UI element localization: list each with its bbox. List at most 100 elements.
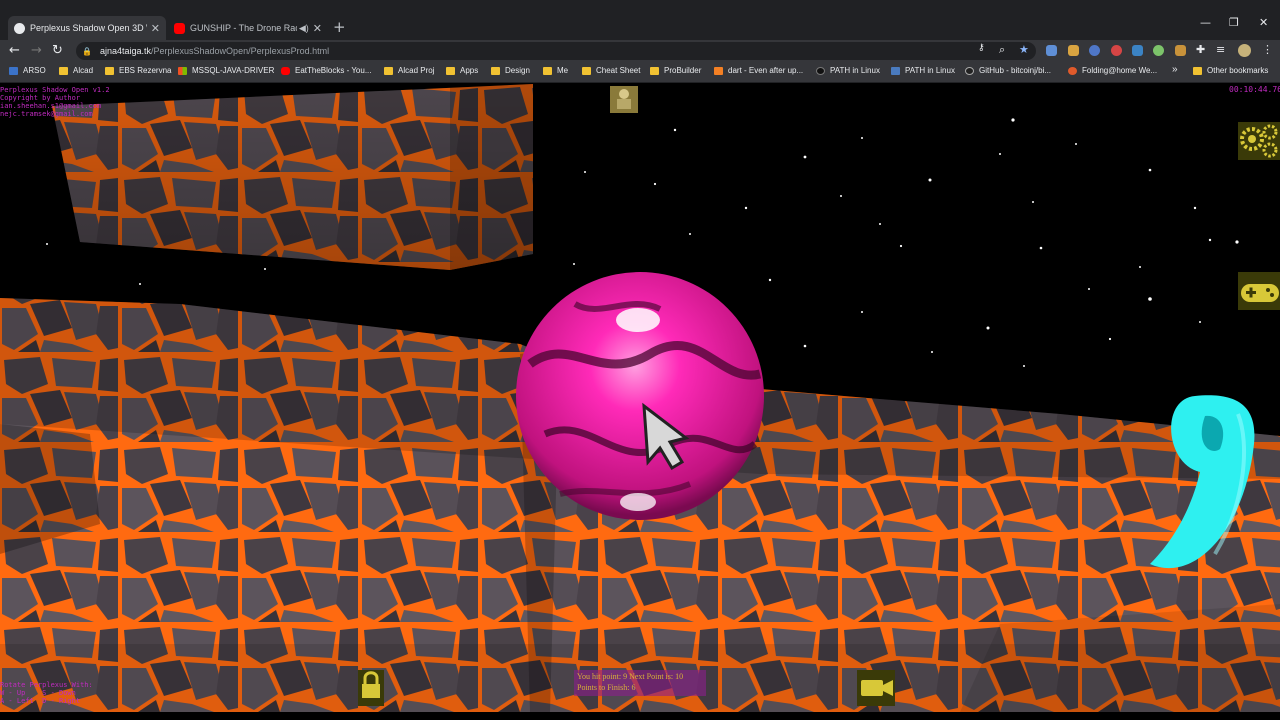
bookmarks-bar: ARSO Alcad EBS Rezervna MSSQL-JAVA-DRIVE… [0, 62, 1280, 83]
key-icon[interactable]: ⚷ [978, 43, 985, 53]
bookmark-label: Other bookmarks [1207, 66, 1269, 75]
extension-icon[interactable] [1111, 45, 1122, 56]
tab-title: GUNSHIP - The Drone Racer [190, 23, 297, 33]
restore-button[interactable]: ❐ [1229, 16, 1239, 29]
youtube-icon [281, 66, 290, 75]
game-timer: 00:10:44.761 [1229, 85, 1280, 94]
bookmark-label: ARSO [23, 66, 46, 75]
folder-icon [491, 66, 500, 75]
folder-icon [59, 66, 68, 75]
lock-icon[interactable] [358, 670, 384, 706]
bookmark-item[interactable]: Folding@home We... [1068, 66, 1157, 75]
tab-perplexus[interactable]: Perplexus Shadow Open 3D Web ✕ [8, 16, 166, 40]
menu-icon[interactable]: ⋮ [1262, 43, 1273, 56]
extension-icon[interactable] [1046, 45, 1057, 56]
bookmark-item[interactable]: EBS Rezervna [105, 66, 171, 75]
bookmark-label: Cheat Sheet [596, 66, 641, 75]
character-icon[interactable] [610, 86, 638, 113]
page-bottom [0, 712, 1280, 720]
bookmark-item[interactable]: EatTheBlocks - You... [281, 66, 372, 75]
bookmark-item[interactable]: ARSO [9, 66, 46, 75]
bookmark-item[interactable]: MSSQL-JAVA-DRIVER [178, 66, 274, 75]
bookmark-item[interactable]: PATH in Linux [816, 66, 880, 75]
bookmark-item[interactable]: Alcad [59, 66, 93, 75]
status-points-to-finish: Points to Finish: 6 [577, 683, 636, 692]
circle-icon [816, 66, 825, 75]
windows-icon [178, 66, 187, 75]
forward-button[interactable]: → [31, 43, 42, 58]
bookmark-star-icon[interactable]: ★ [1019, 43, 1029, 56]
bookmark-label: EatTheBlocks - You... [295, 66, 372, 75]
bookmark-label: GitHub - bitcoinj/bi... [979, 66, 1052, 75]
arso-icon [9, 66, 18, 75]
new-tab-button[interactable]: + [333, 18, 346, 36]
bookmark-label: PATH in Linux [905, 66, 955, 75]
status-panel: You hit point: 9 Next Point is: 10 Point… [574, 670, 706, 696]
url-host: ajna4taiga.tk [99, 46, 152, 56]
bookmark-label: Apps [460, 66, 479, 75]
back-button[interactable]: ← [9, 43, 20, 58]
bookmark-item[interactable]: GitHub - bitcoinj/bi... [965, 66, 1051, 75]
settings-gears-icon[interactable] [1238, 122, 1280, 160]
address-bar[interactable]: 🔒 ajna4taiga.tk /PerplexusShadowOpen/Per… [76, 42, 1036, 60]
credits-text: Perplexus Shadow Open v1.2 Copyright by … [0, 86, 110, 118]
bookmark-item[interactable]: Apps [446, 66, 478, 75]
bookmark-label: Alcad [73, 66, 94, 75]
extension-icon[interactable] [1089, 45, 1100, 56]
game-scene [0, 84, 1280, 712]
lava-block-floating [52, 84, 533, 270]
bookmark-item[interactable]: ProBuilder [650, 66, 701, 75]
profile-avatar[interactable] [1238, 44, 1251, 57]
stackoverflow-icon [714, 66, 723, 75]
stackexchange-icon [891, 66, 900, 75]
extension-icon[interactable] [1175, 45, 1186, 56]
folder-icon [650, 66, 659, 75]
extensions-puzzle-icon[interactable]: ✚ [1196, 43, 1205, 56]
folder-icon [384, 66, 393, 75]
controls-help: Rotate Perplexus With: W - Up S - Down A… [0, 681, 93, 705]
folder-icon [1193, 66, 1202, 75]
extension-icon[interactable] [1068, 45, 1079, 56]
folder-icon [543, 66, 552, 75]
bookmark-label: Folding@home We... [1082, 66, 1158, 75]
bookmark-label: Design [505, 66, 530, 75]
tab-title: Perplexus Shadow Open 3D Web [30, 23, 147, 33]
extension-icon[interactable] [1132, 45, 1143, 56]
folder-icon [582, 66, 591, 75]
bookmark-item[interactable]: dart - Even after up... [714, 66, 803, 75]
more-bookmarks-button[interactable]: » [1172, 64, 1178, 75]
bookmark-item[interactable]: Design [491, 66, 530, 75]
github-icon [965, 66, 974, 75]
bookmark-item[interactable]: PATH in Linux [891, 66, 955, 75]
player-ball [516, 272, 764, 520]
game-canvas[interactable]: Perplexus Shadow Open v1.2 Copyright by … [0, 84, 1280, 712]
bookmark-label: Alcad Proj [398, 66, 435, 75]
camera-icon[interactable] [857, 670, 895, 706]
status-current-point: You hit point: 9 Next Point is: 10 [577, 672, 684, 681]
youtube-icon [174, 22, 185, 34]
bookmark-item[interactable]: Alcad Proj [384, 66, 434, 75]
url-path: /PerplexusShadowOpen/PerplexusProd.html [151, 46, 330, 56]
folding-icon [1068, 66, 1077, 75]
folder-icon [105, 66, 114, 75]
reading-list-icon[interactable]: ≡ [1216, 43, 1225, 56]
speaker-icon[interactable]: ◀) [299, 23, 309, 34]
browser-toolbar: ← → ↻ 🔒 ajna4taiga.tk /PerplexusShadowOp… [0, 40, 1280, 62]
zoom-icon[interactable]: ⌕ [999, 43, 1005, 57]
reload-button[interactable]: ↻ [52, 43, 63, 58]
bookmark-label: PATH in Linux [830, 66, 880, 75]
tab-gunship[interactable]: GUNSHIP - The Drone Racer ◀) ✕ [168, 16, 328, 40]
bookmark-item[interactable]: Cheat Sheet [582, 66, 640, 75]
bookmark-label: Me [557, 66, 569, 75]
extension-icon[interactable] [1153, 45, 1164, 56]
bookmark-item[interactable]: Other bookmarks [1193, 66, 1268, 75]
minimize-button[interactable]: — [1200, 16, 1211, 29]
bookmark-label: dart - Even after up... [728, 66, 804, 75]
gamepad-icon[interactable] [1238, 272, 1280, 310]
lock-icon: 🔒 [82, 46, 92, 56]
close-tab-icon[interactable]: ✕ [313, 22, 322, 35]
bookmark-item[interactable]: Me [543, 66, 568, 75]
chrome-icon [14, 22, 25, 34]
close-window-button[interactable]: ✕ [1259, 16, 1268, 29]
close-tab-icon[interactable]: ✕ [151, 22, 160, 35]
